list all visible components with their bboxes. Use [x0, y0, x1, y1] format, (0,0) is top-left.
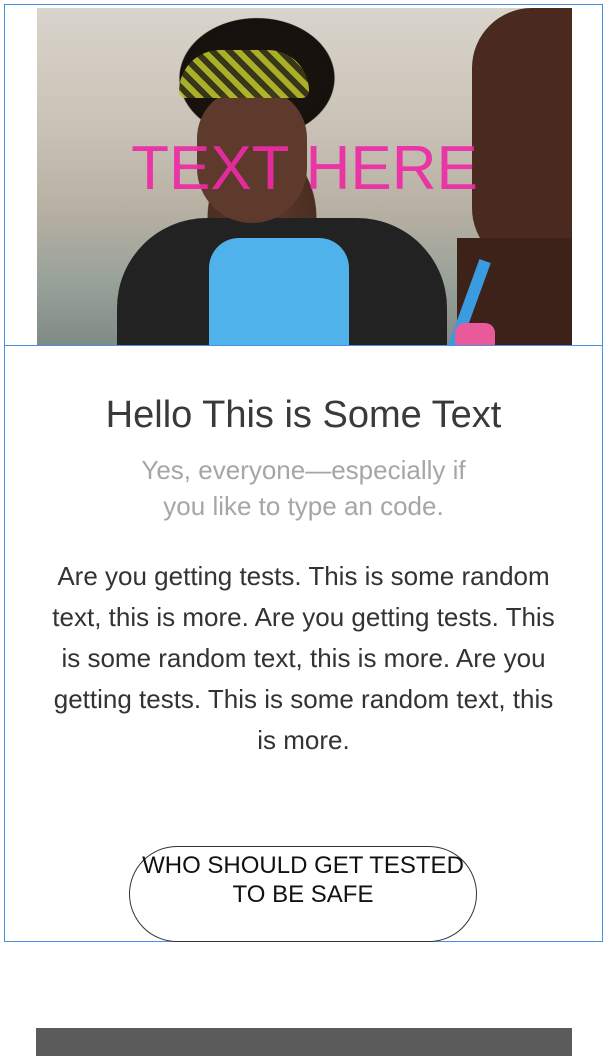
headline: Hello This is Some Text: [105, 394, 502, 436]
hero-photo-detail: [179, 50, 309, 98]
email-card: TEXT HERE Hello This is Some Text Yes, e…: [4, 4, 603, 942]
subtitle: Yes, everyone—especially if you like to …: [141, 455, 466, 521]
body-paragraph: Are you getting tests. This is some rand…: [52, 561, 555, 755]
cta-button[interactable]: WHO SHOULD GET TESTED TO BE SAFE: [129, 846, 477, 942]
hero-image: TEXT HERE: [37, 8, 572, 345]
footer-bar: [36, 1028, 572, 1056]
section-divider: [5, 345, 602, 346]
hero-photo-detail: [455, 323, 495, 345]
hero-overlay-text: TEXT HERE: [131, 134, 478, 203]
hero-photo-detail: [209, 238, 349, 345]
